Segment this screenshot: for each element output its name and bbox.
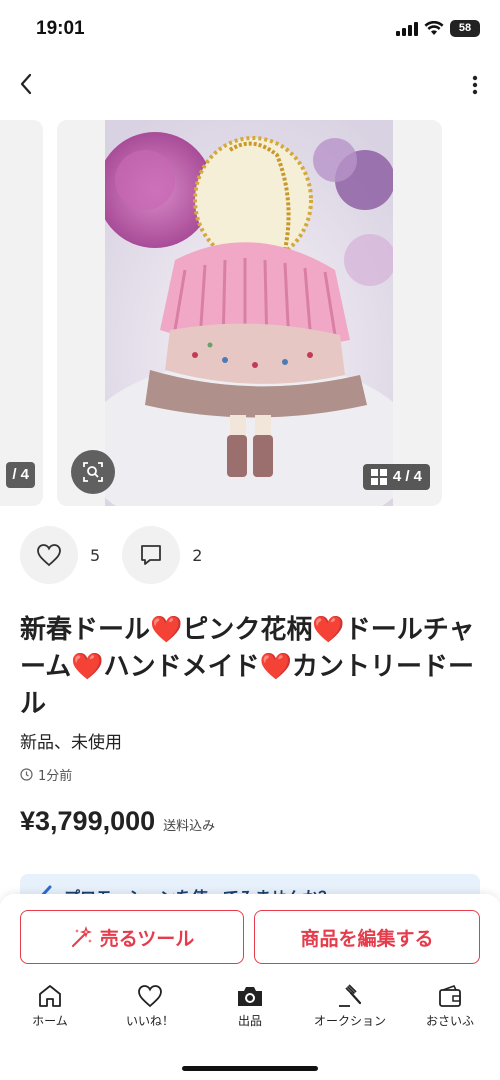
status-time: 19:01: [36, 18, 85, 39]
image-counter-text: 4 / 4: [392, 468, 422, 485]
camera-icon: [238, 987, 262, 1006]
home-icon: [39, 985, 61, 1007]
wallet-icon: [439, 985, 461, 1007]
tab-home[interactable]: ホーム: [0, 984, 100, 1038]
tab-bar: ホーム いいね！ 出品 オークション おさいふ: [0, 984, 500, 1038]
gavel-icon: [339, 984, 362, 1007]
back-button[interactable]: [12, 70, 40, 98]
sell-tool-label: 売るツール: [99, 927, 195, 950]
shipping-note: 送料込み: [163, 819, 216, 834]
more-menu-button[interactable]: [470, 72, 480, 98]
comment-icon: [141, 545, 162, 565]
bottom-action-bar: 売るツール 商品を編集する ホーム いいね！ 出品 オークション おさいふ: [0, 894, 500, 1080]
tab-home-label: ホーム: [32, 1014, 68, 1028]
comment-button[interactable]: [122, 526, 181, 584]
item-title: 新春ドール❤️ピンク花柄❤️ドールチャーム❤️ハンドメイド❤️カントリードール: [20, 615, 475, 719]
tab-wallet-label: おさいふ: [425, 1014, 474, 1028]
tab-sell-label: 出品: [237, 1014, 262, 1028]
edit-item-button[interactable]: 商品を編集する: [254, 910, 480, 964]
more-vertical-icon: [472, 75, 478, 95]
image-counter[interactable]: 4 / 4: [362, 464, 430, 490]
sell-tool-button[interactable]: 売るツール: [20, 910, 244, 964]
tab-likes-label: いいね！: [125, 1014, 174, 1028]
price-row: ¥3,799,000 送料込み: [20, 806, 215, 837]
like-button[interactable]: [20, 526, 78, 584]
heart-icon: [138, 985, 162, 1008]
zoom-search-icon: [83, 462, 103, 482]
tab-auction-label: オークション: [313, 1014, 386, 1028]
posted-time-text: 1分前: [38, 769, 73, 784]
posted-time: 1分前: [20, 765, 72, 784]
product-photo: [105, 120, 393, 506]
tab-auction[interactable]: オークション: [300, 984, 400, 1038]
signal-icon: [396, 21, 418, 36]
reactions-row: 5 2: [20, 526, 224, 584]
tab-likes[interactable]: いいね！: [100, 984, 200, 1038]
zoom-button[interactable]: [71, 450, 115, 494]
item-condition: 新品、未使用: [20, 733, 122, 753]
image-carousel[interactable]: / 4 4 / 4: [0, 120, 500, 508]
current-slide[interactable]: 4 / 4: [57, 120, 442, 506]
previous-slide[interactable]: / 4: [0, 120, 43, 506]
chevron-left-icon: [20, 73, 32, 95]
grid-icon: [370, 469, 387, 485]
edit-item-label: 商品を編集する: [300, 927, 434, 950]
tab-sell[interactable]: 出品: [200, 984, 300, 1038]
previous-slide-counter: / 4: [6, 462, 35, 488]
tab-wallet[interactable]: おさいふ: [400, 984, 500, 1038]
home-indicator: [182, 1066, 318, 1071]
battery-icon: 58: [450, 20, 480, 37]
clock-icon: [20, 768, 33, 781]
heart-outline-icon: [37, 544, 61, 567]
like-count: 5: [90, 545, 101, 565]
status-bar: 19:01 58: [0, 0, 500, 58]
wifi-icon: [424, 21, 444, 35]
item-price: ¥3,799,000: [20, 806, 156, 836]
comment-count: 2: [192, 545, 203, 565]
status-icons: 58: [396, 20, 480, 37]
magic-wand-icon: [71, 926, 92, 947]
